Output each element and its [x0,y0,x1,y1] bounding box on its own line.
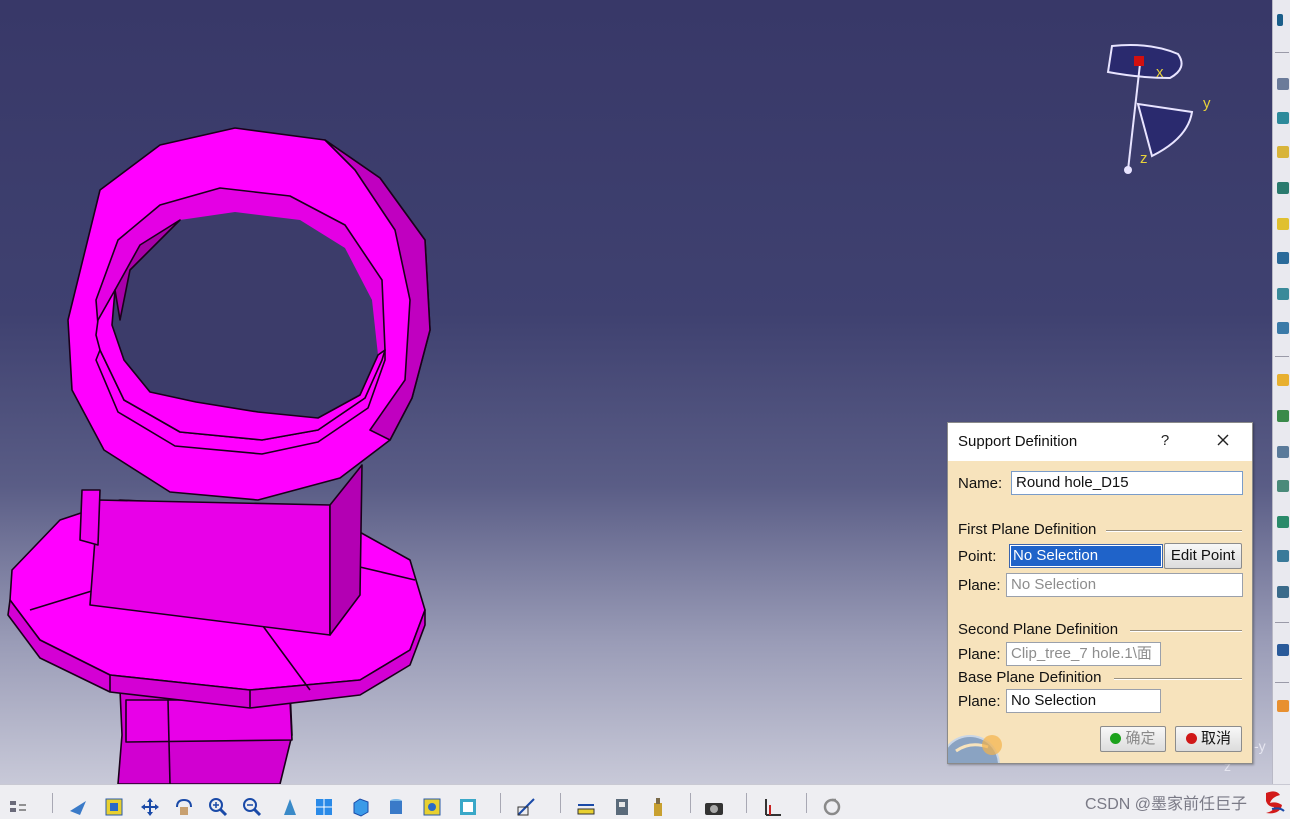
dialog-titlebar[interactable]: Support Definition ? [948,423,1252,461]
dialog-title: Support Definition [958,433,1078,450]
capture-icon[interactable] [704,797,724,817]
divider [1130,630,1242,632]
iso-y-label: -y [1254,738,1266,754]
point-field[interactable]: No Selection [1009,544,1163,568]
pan-icon[interactable] [140,797,160,817]
base-plane-field[interactable]: No Selection [1006,689,1161,713]
pocket-icon[interactable] [1277,146,1289,158]
thread-icon[interactable] [1277,550,1289,562]
shell-icon[interactable] [1277,480,1289,492]
globe-logo [948,721,1012,763]
point-value: No Selection [1011,546,1161,566]
hierarchy-icon[interactable] [1277,78,1289,90]
update-icon[interactable] [822,797,842,817]
pad-icon[interactable] [1277,112,1289,124]
second-plane-label: Plane: [958,646,1001,663]
inertia-icon[interactable] [648,797,668,817]
cancel-icon [1185,733,1197,744]
toolbar-separator [52,793,53,813]
toolbar-separator [1275,52,1289,53]
cancel-label: 取消 [1200,730,1231,747]
rotate-icon[interactable] [174,797,194,817]
slot-icon[interactable] [1277,322,1289,334]
measure-icon[interactable] [516,797,536,817]
toolbar-separator [560,793,561,813]
first-plane-field[interactable]: No Selection [1006,573,1243,597]
chamfer-icon[interactable] [1277,410,1289,422]
3ds-logo-icon [1266,791,1285,814]
split-icon[interactable] [1277,644,1289,656]
right-toolbar [1272,0,1290,784]
compass-z-label: z [1140,150,1148,167]
ok-label: 确定 [1125,730,1156,747]
shaft-icon[interactable] [1277,182,1289,194]
measure-between-icon[interactable] [576,797,596,817]
groove-icon[interactable] [1277,218,1289,230]
transform-icon[interactable] [1277,700,1289,712]
edit-point-button[interactable]: Edit Point [1164,543,1242,569]
hole-icon[interactable] [1277,252,1289,264]
multi-view-icon[interactable] [314,797,334,817]
normal-view-icon[interactable] [280,797,300,817]
support-definition-dialog: Support Definition ? Name: Round hole_D1… [947,422,1253,764]
compass-y-label: y [1203,95,1211,112]
toolbar-separator [1275,682,1289,683]
close-icon[interactable] [1212,429,1234,451]
remove-face-icon[interactable] [1277,586,1289,598]
divider [1106,530,1242,532]
tree-toggle-icon[interactable] [8,797,28,817]
rib-icon[interactable] [1277,288,1289,300]
name-label: Name: [958,475,1003,492]
toolbar-separator [1275,622,1289,623]
axis-system-icon[interactable] [762,797,782,817]
second-plane-field[interactable]: Clip_tree_7 hole.1\面 [1006,642,1161,666]
help-button[interactable]: ? [1157,432,1173,449]
name-field[interactable]: Round hole_D15 [1011,471,1243,495]
divider [1114,678,1242,680]
zoom-out-icon[interactable] [242,797,262,817]
measure-item-icon[interactable] [612,797,632,817]
point-label: Point: [958,548,997,565]
second-plane-heading: Second Plane Definition [958,621,1119,638]
compass-x-label: x [1156,64,1164,81]
first-plane-label: Plane: [958,577,1001,594]
base-plane-label: Plane: [958,693,1001,710]
toolbar-separator [500,793,501,813]
fillet-icon[interactable] [1277,374,1289,386]
shading-icon[interactable] [386,797,406,817]
watermark: CSDN @墨家前任巨子 [1085,796,1248,813]
first-plane-heading: First Plane Definition [958,521,1097,538]
swap-space-icon[interactable] [458,797,478,817]
fly-mode-icon[interactable] [68,797,88,817]
ok-button[interactable]: 确定 [1100,726,1166,752]
toolbar-separator [1275,356,1289,357]
part-model[interactable] [0,0,940,784]
cancel-button[interactable]: 取消 [1175,726,1242,752]
ok-icon [1110,733,1122,744]
toolbar-separator [806,793,807,813]
toolbar-separator [746,793,747,813]
thickness-icon[interactable] [1277,516,1289,528]
zoom-in-icon[interactable] [208,797,228,817]
toolbar-handle-icon [1277,14,1283,26]
base-plane-heading: Base Plane Definition [958,669,1102,686]
fit-all-icon[interactable] [104,797,124,817]
compass-widget[interactable] [1100,38,1210,178]
iso-view-icon[interactable] [350,797,370,817]
toolbar-separator [690,793,691,813]
draft-icon[interactable] [1277,446,1289,458]
hide-show-icon[interactable] [422,797,442,817]
